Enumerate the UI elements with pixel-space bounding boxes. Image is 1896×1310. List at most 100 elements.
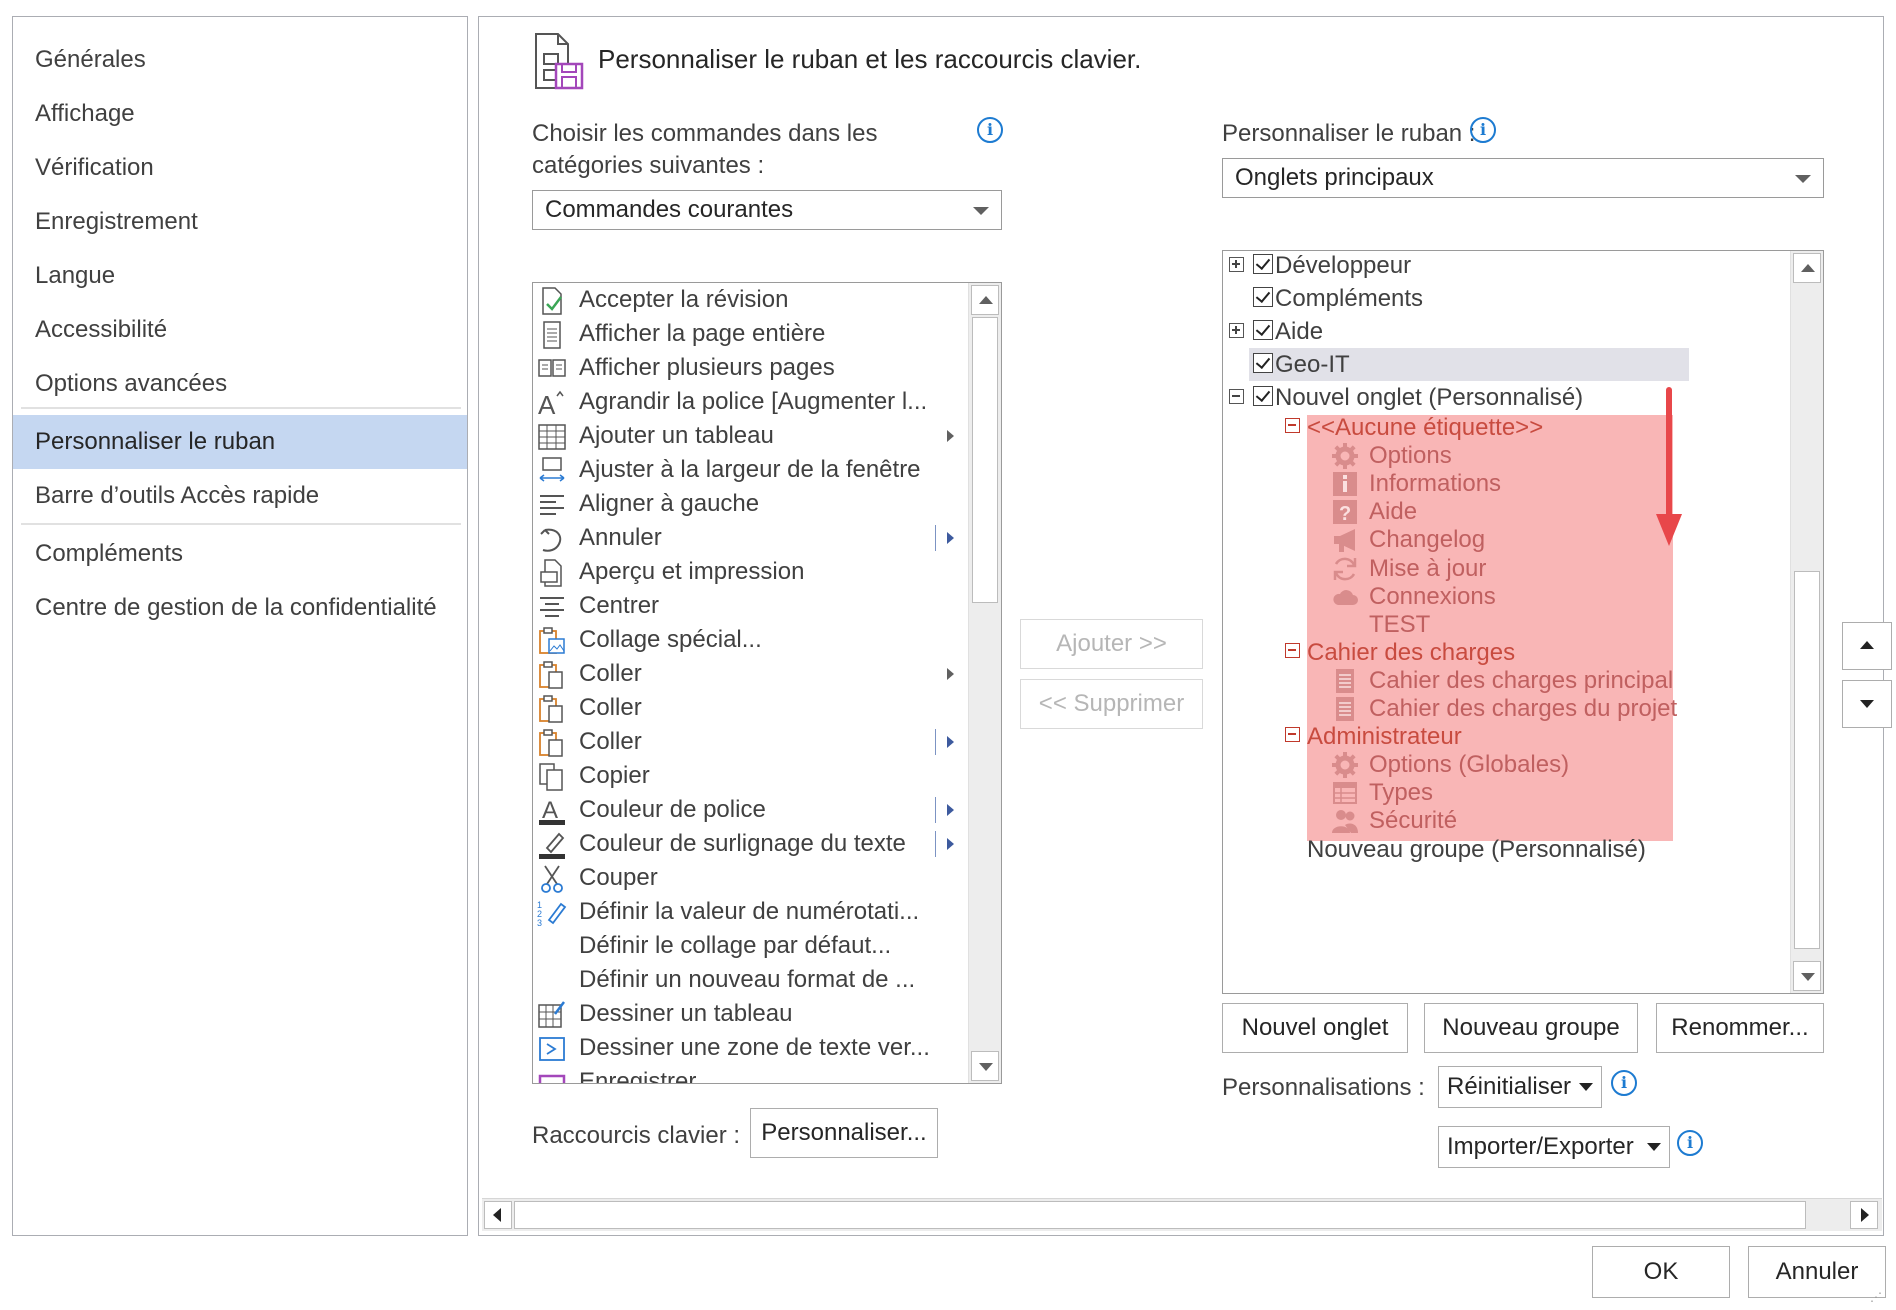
tab-checkbox[interactable]: [1253, 353, 1273, 373]
multi-page-icon: [537, 354, 566, 382]
list-item[interactable]: Annuler: [533, 521, 973, 555]
commands-scrollbar[interactable]: [968, 283, 1001, 1083]
nav-item[interactable]: Options avancées: [13, 357, 467, 411]
scroll-up-button[interactable]: [1793, 253, 1821, 283]
document-icon: [1331, 667, 1359, 695]
ribbon-tabs-value: Onglets principaux: [1235, 164, 1434, 191]
table-icon: [537, 422, 566, 450]
list-item[interactable]: Collage spécial...: [533, 623, 973, 657]
collapse-icon[interactable]: [1285, 418, 1300, 433]
nav-item[interactable]: Compléments: [13, 527, 467, 581]
list-item-label: Collage spécial...: [579, 626, 762, 653]
undo-icon: [537, 524, 565, 552]
remove-button[interactable]: << Supprimer: [1020, 679, 1203, 729]
scroll-thumb[interactable]: [514, 1201, 1806, 1229]
list-item-label: Afficher plusieurs pages: [579, 354, 835, 381]
paste-icon: [537, 660, 565, 689]
resize-grip[interactable]: ⋰: [1870, 1290, 1884, 1304]
list-item[interactable]: Ajouter un tableau: [533, 419, 973, 453]
tab-checkbox[interactable]: [1253, 254, 1273, 274]
add-button[interactable]: Ajouter >>: [1020, 619, 1203, 669]
tree-item-label[interactable]: Geo-IT: [1275, 348, 1350, 382]
tab-checkbox[interactable]: [1253, 287, 1273, 307]
list-item[interactable]: Coller: [533, 691, 973, 725]
table-list-icon: [1331, 779, 1359, 807]
reset-dropdown[interactable]: Réinitialiser: [1438, 1066, 1602, 1108]
list-item[interactable]: Afficher la page entière: [533, 317, 973, 351]
cancel-button[interactable]: Annuler: [1748, 1246, 1886, 1298]
nav-item[interactable]: Barre d’outils Accès rapide: [13, 469, 467, 523]
list-item[interactable]: Définir le collage par défaut...: [533, 929, 973, 963]
commands-list[interactable]: Accepter la révision Afficher la page ent…: [532, 282, 1002, 1084]
list-item[interactable]: Accepter la révision: [533, 283, 973, 317]
ok-button[interactable]: OK: [1592, 1246, 1730, 1298]
customize-shortcuts-button[interactable]: Personnaliser...: [750, 1108, 938, 1158]
new-tab-button[interactable]: Nouvel onglet: [1222, 1003, 1408, 1053]
tree-item-label[interactable]: Développeur: [1275, 251, 1411, 283]
tab-checkbox[interactable]: [1253, 320, 1273, 340]
collapse-icon[interactable]: [1285, 642, 1300, 658]
scroll-right-button[interactable]: [1850, 1201, 1878, 1229]
expand-icon[interactable]: [1229, 323, 1244, 338]
tab-checkbox[interactable]: [1253, 386, 1273, 406]
ribbon-tabs-select[interactable]: Onglets principaux: [1222, 158, 1824, 198]
ribbon-scrollbar[interactable]: [1790, 251, 1823, 993]
list-item[interactable]: Centrer: [533, 589, 973, 623]
tree-item-label[interactable]: Nouvel onglet (Personnalisé): [1275, 381, 1583, 415]
cut-icon: [537, 864, 565, 893]
list-item[interactable]: A Agrandir la police [Augmenter l...: [533, 385, 973, 420]
list-item-label: Coller: [579, 660, 642, 687]
gear-icon: [1331, 751, 1359, 779]
list-item[interactable]: Dessiner une zone de texte ver...: [533, 1031, 973, 1065]
scroll-down-button[interactable]: [1793, 961, 1821, 991]
expand-icon[interactable]: [1229, 257, 1244, 272]
scroll-thumb[interactable]: [972, 317, 998, 603]
ribbon-tree[interactable]: Développeur Compléments Aide Geo-IT Nouvel o…: [1222, 250, 1824, 994]
horizontal-scrollbar[interactable]: [482, 1198, 1882, 1231]
list-item[interactable]: Aperçu et impression: [533, 555, 973, 589]
commands-category-select[interactable]: Commandes courantes: [532, 190, 1002, 230]
nav-item[interactable]: Accessibilité: [13, 303, 467, 357]
nav-item[interactable]: Affichage: [13, 87, 467, 141]
tree-item-label[interactable]: Nouveau groupe (Personnalisé): [1307, 833, 1646, 867]
megaphone-icon: [1331, 526, 1359, 554]
list-item[interactable]: Couper: [533, 861, 973, 895]
list-item[interactable]: Coller: [533, 657, 973, 691]
move-up-button[interactable]: [1842, 622, 1892, 670]
collapse-icon[interactable]: [1229, 389, 1244, 404]
scroll-up-button[interactable]: [971, 285, 999, 315]
list-item[interactable]: Aligner à gauche: [533, 487, 973, 521]
new-group-button[interactable]: Nouveau groupe: [1424, 1003, 1638, 1053]
page-icon: [537, 320, 565, 349]
list-item[interactable]: Définir un nouveau format de ...: [533, 963, 973, 997]
scroll-left-button[interactable]: [484, 1201, 512, 1229]
nav-item[interactable]: Enregistrement: [13, 195, 467, 249]
nav-item[interactable]: Centre de gestion de la confidentialité: [13, 581, 467, 635]
list-item[interactable]: 1 2 3 Définir la valeur de numérotati...: [533, 895, 973, 929]
list-item[interactable]: Couleur de surlignage du texte: [533, 827, 973, 861]
commands-label-1: Choisir les commandes dans les: [532, 120, 878, 147]
move-down-button[interactable]: [1842, 680, 1892, 728]
nav-item[interactable]: Vérification: [13, 141, 467, 195]
import-export-dropdown[interactable]: Importer/Exporter: [1438, 1126, 1670, 1168]
scroll-down-button[interactable]: [971, 1051, 999, 1081]
list-item[interactable]: Enregistrer: [533, 1065, 973, 1083]
nav-item[interactable]: Générales: [13, 33, 467, 87]
list-item-label: Dessiner un tableau: [579, 1000, 793, 1027]
accept-revision-icon: [537, 286, 565, 315]
tree-item-label[interactable]: Aide: [1275, 315, 1323, 349]
list-item[interactable]: A Couleur de police: [533, 793, 973, 827]
tree-item-label[interactable]: Compléments: [1275, 282, 1423, 316]
chevron-down-icon: [1860, 700, 1874, 708]
nav-item[interactable]: Langue: [13, 249, 467, 303]
rename-button[interactable]: Renommer...: [1656, 1003, 1824, 1053]
list-item[interactable]: Copier: [533, 759, 973, 793]
nav-item[interactable]: Personnaliser le ruban: [13, 415, 467, 469]
scroll-thumb[interactable]: [1794, 571, 1820, 949]
list-item[interactable]: Coller: [533, 725, 973, 759]
list-item-label: Aperçu et impression: [579, 558, 805, 585]
list-item[interactable]: Ajuster à la largeur de la fenêtre: [533, 453, 973, 487]
collapse-icon[interactable]: [1285, 727, 1300, 743]
list-item[interactable]: Afficher plusieurs pages: [533, 351, 973, 385]
list-item[interactable]: Dessiner un tableau: [533, 997, 973, 1031]
